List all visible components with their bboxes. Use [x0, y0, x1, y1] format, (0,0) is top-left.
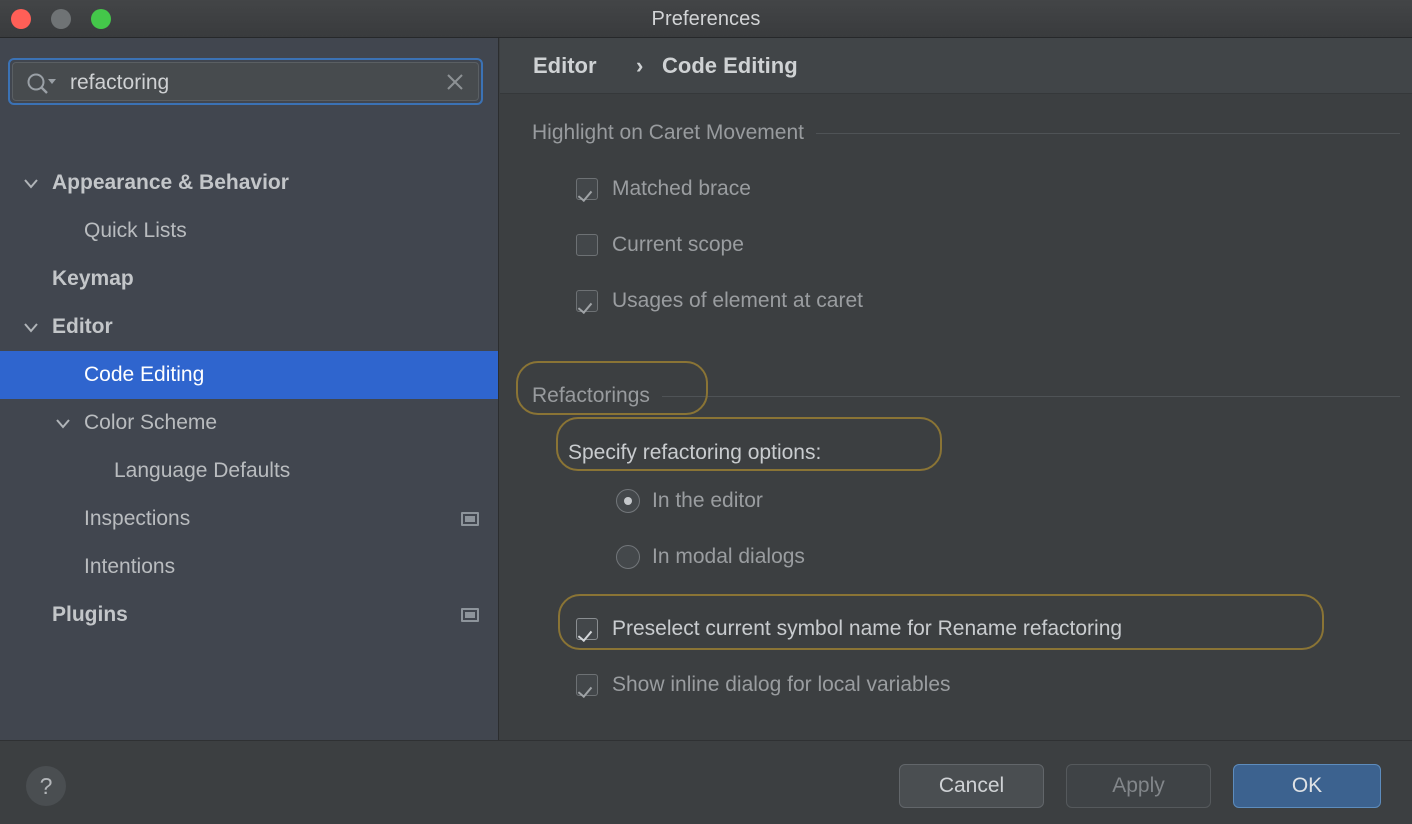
- option-label: Show inline dialog for local variables: [612, 668, 951, 702]
- settings-detail-panel: Editor › Code Editing Highlight on Caret…: [500, 38, 1412, 740]
- preferences-window: Preferences refactoring Appearance & Beh…: [0, 0, 1412, 824]
- breadcrumb: Editor › Code Editing: [500, 38, 1412, 94]
- settings-tree: Appearance & BehaviorQuick ListsKeymapEd…: [0, 159, 499, 639]
- option-label: Preselect current symbol name for Rename…: [612, 612, 1122, 646]
- breadcrumb-parent[interactable]: Editor: [533, 38, 597, 94]
- checkbox-indicator[interactable]: [576, 234, 598, 256]
- chevron-down-icon: [48, 79, 56, 84]
- sidebar-item-plugins[interactable]: Plugins: [0, 591, 499, 639]
- section-divider: [532, 396, 1400, 397]
- section-title: Refactorings: [532, 379, 662, 413]
- open-in-window-icon[interactable]: [461, 512, 479, 526]
- window-title: Preferences: [0, 0, 1412, 38]
- checkbox-indicator[interactable]: [576, 290, 598, 312]
- apply-button[interactable]: Apply: [1066, 764, 1211, 808]
- sidebar-item-quick-lists[interactable]: Quick Lists: [0, 207, 499, 255]
- settings-sidebar: refactoring Appearance & BehaviorQuick L…: [0, 38, 499, 740]
- option-label: Specify refactoring options:: [568, 436, 821, 470]
- chevron-right-icon: ›: [636, 38, 643, 94]
- option-label: Current scope: [612, 228, 744, 262]
- ok-button[interactable]: OK: [1233, 764, 1381, 808]
- sidebar-item-label: Language Defaults: [114, 447, 290, 495]
- radio-indicator[interactable]: [616, 545, 640, 569]
- sidebar-item-inspections[interactable]: Inspections: [0, 495, 499, 543]
- checkbox-indicator[interactable]: [576, 618, 598, 640]
- sidebar-item-label: Appearance & Behavior: [52, 159, 289, 207]
- sidebar-item-label: Code Editing: [84, 351, 204, 399]
- cancel-button[interactable]: Cancel: [899, 764, 1044, 808]
- section-title: Highlight on Caret Movement: [532, 116, 816, 150]
- dialog-footer: ? Cancel Apply OK: [0, 740, 1412, 824]
- section-header: Refactorings: [500, 379, 1412, 413]
- chevron-down-icon[interactable]: [22, 303, 40, 351]
- sidebar-item-intentions[interactable]: Intentions: [0, 543, 499, 591]
- sidebar-item-label: Quick Lists: [84, 207, 187, 255]
- option-label: In modal dialogs: [652, 540, 805, 574]
- close-icon[interactable]: [444, 71, 466, 93]
- option-label: Usages of element at caret: [612, 284, 863, 318]
- open-in-window-icon[interactable]: [461, 608, 479, 622]
- search-field[interactable]: refactoring: [8, 58, 483, 105]
- chevron-down-icon[interactable]: [54, 399, 72, 447]
- search-input-value[interactable]: refactoring: [70, 63, 169, 102]
- radio-indicator[interactable]: [616, 489, 640, 513]
- option-label: Matched brace: [612, 172, 751, 206]
- section-header: Highlight on Caret Movement: [500, 116, 1412, 150]
- sidebar-item-language-defaults[interactable]: Language Defaults: [0, 447, 499, 495]
- checkbox-indicator[interactable]: [576, 674, 598, 696]
- sidebar-item-color-scheme[interactable]: Color Scheme: [0, 399, 499, 447]
- sidebar-item-label: Keymap: [52, 255, 134, 303]
- sidebar-item-label: Plugins: [52, 591, 128, 639]
- sidebar-item-label: Color Scheme: [84, 399, 217, 447]
- chevron-down-icon[interactable]: [22, 159, 40, 207]
- sidebar-item-keymap[interactable]: Keymap: [0, 255, 499, 303]
- search-icon[interactable]: [25, 72, 59, 94]
- checkbox-indicator[interactable]: [576, 178, 598, 200]
- breadcrumb-current: Code Editing: [662, 38, 798, 94]
- option-label: In the editor: [652, 484, 763, 518]
- sidebar-item-label: Editor: [52, 303, 113, 351]
- sidebar-item-label: Intentions: [84, 543, 175, 591]
- window-titlebar: Preferences: [0, 0, 1412, 38]
- sidebar-item-appearance-behavior[interactable]: Appearance & Behavior: [0, 159, 499, 207]
- help-button[interactable]: ?: [26, 766, 66, 806]
- sidebar-item-editor[interactable]: Editor: [0, 303, 499, 351]
- sidebar-item-label: Inspections: [84, 495, 190, 543]
- sidebar-item-code-editing[interactable]: Code Editing: [0, 351, 499, 399]
